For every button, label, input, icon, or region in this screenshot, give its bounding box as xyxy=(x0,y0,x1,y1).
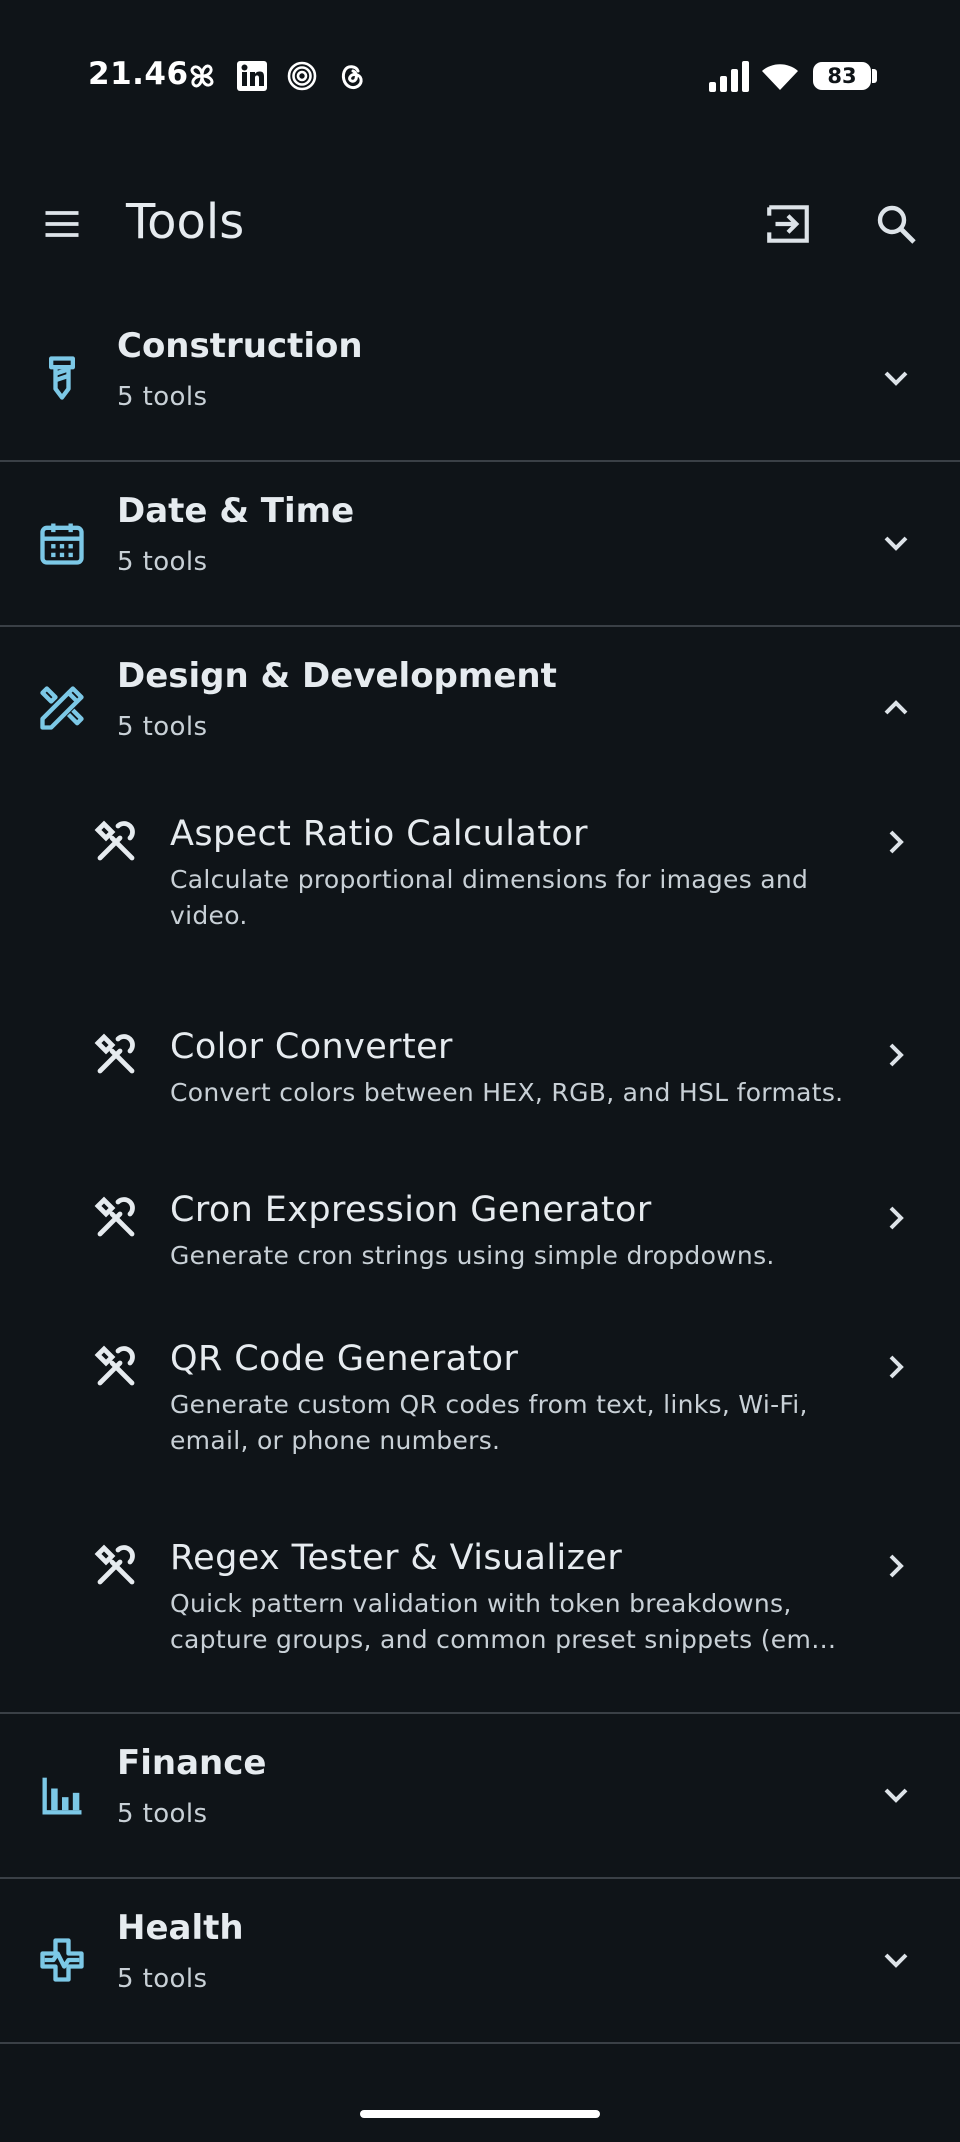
design-tools-icon xyxy=(40,686,84,730)
threads-icon xyxy=(341,65,363,89)
tool-color-converter[interactable]: Color Converter Convert colors between H… xyxy=(0,1027,960,1157)
category-count: 5 tools xyxy=(117,547,208,577)
chevron-right-icon xyxy=(889,1043,904,1067)
category-count: 5 tools xyxy=(117,1964,208,1994)
status-time: 21.46 xyxy=(88,56,189,92)
category-title: Health xyxy=(117,1908,244,1948)
chevron-up-icon xyxy=(884,700,908,715)
app-bar: Tools xyxy=(0,170,960,280)
tool-description: Calculate proportional dimensions for im… xyxy=(170,865,809,930)
category-construction[interactable]: Construction 5 tools xyxy=(0,296,960,460)
linkedin-icon xyxy=(237,61,267,91)
page-title: Tools xyxy=(126,194,245,250)
menu-icon xyxy=(45,211,79,237)
category-title: Finance xyxy=(117,1743,267,1783)
divider xyxy=(0,2042,960,2044)
bar-chart-icon xyxy=(42,1777,82,1815)
category-count: 5 tools xyxy=(117,382,208,412)
pinwheel-icon xyxy=(190,64,214,88)
tool-cron-expression-generator[interactable]: Cron Expression Generator Generate cron … xyxy=(0,1190,960,1310)
battery-level: 83 xyxy=(813,62,871,90)
chevron-right-icon xyxy=(889,830,904,854)
chevron-down-icon xyxy=(884,1953,908,1968)
tool-title: Cron Expression Generator xyxy=(170,1190,652,1230)
login-icon xyxy=(767,205,809,243)
category-health[interactable]: Health 5 tools xyxy=(0,1878,960,2042)
target-icon xyxy=(287,61,317,91)
health-icon xyxy=(40,1938,84,1982)
tool-aspect-ratio-calculator[interactable]: Aspect Ratio Calculator Calculate propor… xyxy=(0,814,960,994)
tools-icon xyxy=(94,1196,135,1237)
menu-button[interactable] xyxy=(30,192,94,256)
calendar-icon xyxy=(40,523,84,565)
battery-tip xyxy=(872,69,877,83)
category-count: 5 tools xyxy=(117,712,208,742)
screw-icon xyxy=(49,356,75,400)
tool-title: QR Code Generator xyxy=(170,1339,519,1379)
home-indicator[interactable] xyxy=(360,2110,600,2118)
category-title: Construction xyxy=(117,326,363,366)
signal-icon xyxy=(709,61,749,92)
chevron-right-icon xyxy=(889,1554,904,1578)
tool-regex-tester-visualizer[interactable]: Regex Tester & Visualizer Quick pattern … xyxy=(0,1538,960,1708)
tool-description: Convert colors between HEX, RGB, and HSL… xyxy=(170,1078,844,1107)
tools-icon xyxy=(94,1345,135,1386)
chevron-down-icon xyxy=(884,371,908,386)
tools-icon xyxy=(94,1033,135,1074)
wifi-icon xyxy=(762,64,798,90)
tools-icon xyxy=(94,820,135,861)
tool-description: Generate cron strings using simple dropd… xyxy=(170,1241,775,1270)
category-title: Design & Development xyxy=(117,656,557,696)
category-title: Date & Time xyxy=(117,491,355,531)
search-icon xyxy=(877,205,916,244)
search-button[interactable] xyxy=(864,192,928,256)
tool-qr-code-generator[interactable]: QR Code Generator Generate custom QR cod… xyxy=(0,1339,960,1509)
status-bar: 21.46 83 xyxy=(0,0,960,150)
tool-description: Quick pattern validation with token brea… xyxy=(170,1589,837,1654)
chevron-right-icon xyxy=(889,1206,904,1230)
category-count: 5 tools xyxy=(117,1799,208,1829)
tool-title: Color Converter xyxy=(170,1027,453,1067)
tools-icon xyxy=(94,1544,135,1585)
tool-description: Generate custom QR codes from text, link… xyxy=(170,1390,808,1455)
chevron-right-icon xyxy=(889,1355,904,1379)
chevron-down-icon xyxy=(884,1788,908,1803)
tool-title: Aspect Ratio Calculator xyxy=(170,814,588,854)
category-finance[interactable]: Finance 5 tools xyxy=(0,1713,960,1877)
tool-title: Regex Tester & Visualizer xyxy=(170,1538,623,1578)
category-design-development[interactable]: Design & Development 5 tools xyxy=(0,626,960,790)
login-button[interactable] xyxy=(756,192,820,256)
chevron-down-icon xyxy=(884,536,908,551)
category-date-time[interactable]: Date & Time 5 tools xyxy=(0,461,960,625)
